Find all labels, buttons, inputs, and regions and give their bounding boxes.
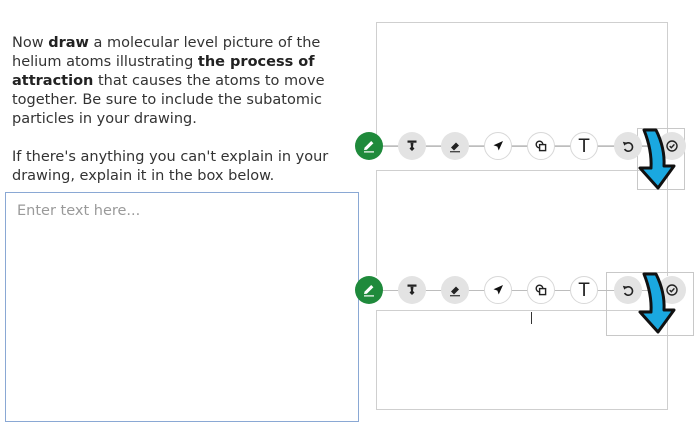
down-arrow-icon[interactable] — [634, 270, 682, 336]
prompt-paragraph-1: Now draw a molecular level picture of th… — [12, 35, 325, 127]
select-tool-button[interactable] — [484, 276, 512, 304]
text-icon: T — [578, 135, 590, 157]
text-tool-button[interactable]: T — [570, 132, 598, 160]
stamp-icon — [407, 140, 417, 151]
drawing-canvas-top[interactable] — [376, 22, 668, 146]
prompt-paragraph-2: If there's anything you can't explain in… — [12, 149, 329, 184]
text-icon: T — [578, 279, 590, 301]
select-tool-button[interactable] — [484, 132, 512, 160]
text-tool-button[interactable]: T — [570, 276, 598, 304]
text-cursor — [531, 312, 532, 324]
stamp-tool-button[interactable] — [398, 276, 426, 304]
eraser-tool-button[interactable] — [441, 276, 469, 304]
eraser-icon — [450, 142, 460, 153]
shapes-icon — [535, 284, 547, 296]
pointer-arrow-icon — [493, 285, 503, 295]
eraser-tool-button[interactable] — [441, 132, 469, 160]
pencil-icon — [364, 141, 374, 153]
eraser-icon — [450, 286, 460, 297]
pointer-arrow-icon — [493, 141, 503, 151]
shapes-tool-button[interactable] — [527, 276, 555, 304]
stamp-icon — [407, 284, 417, 295]
down-arrow-icon[interactable] — [634, 126, 682, 192]
shapes-tool-button[interactable] — [527, 132, 555, 160]
pencil-tool-button[interactable] — [355, 132, 383, 160]
prompt-text: Now draw a molecular level picture of th… — [12, 34, 342, 186]
stamp-tool-button[interactable] — [398, 132, 426, 160]
pencil-icon — [364, 285, 374, 297]
answer-text-box[interactable] — [5, 192, 359, 422]
pencil-tool-button[interactable] — [355, 276, 383, 304]
shapes-icon — [535, 140, 547, 152]
drawing-canvas-middle[interactable] — [376, 170, 668, 276]
